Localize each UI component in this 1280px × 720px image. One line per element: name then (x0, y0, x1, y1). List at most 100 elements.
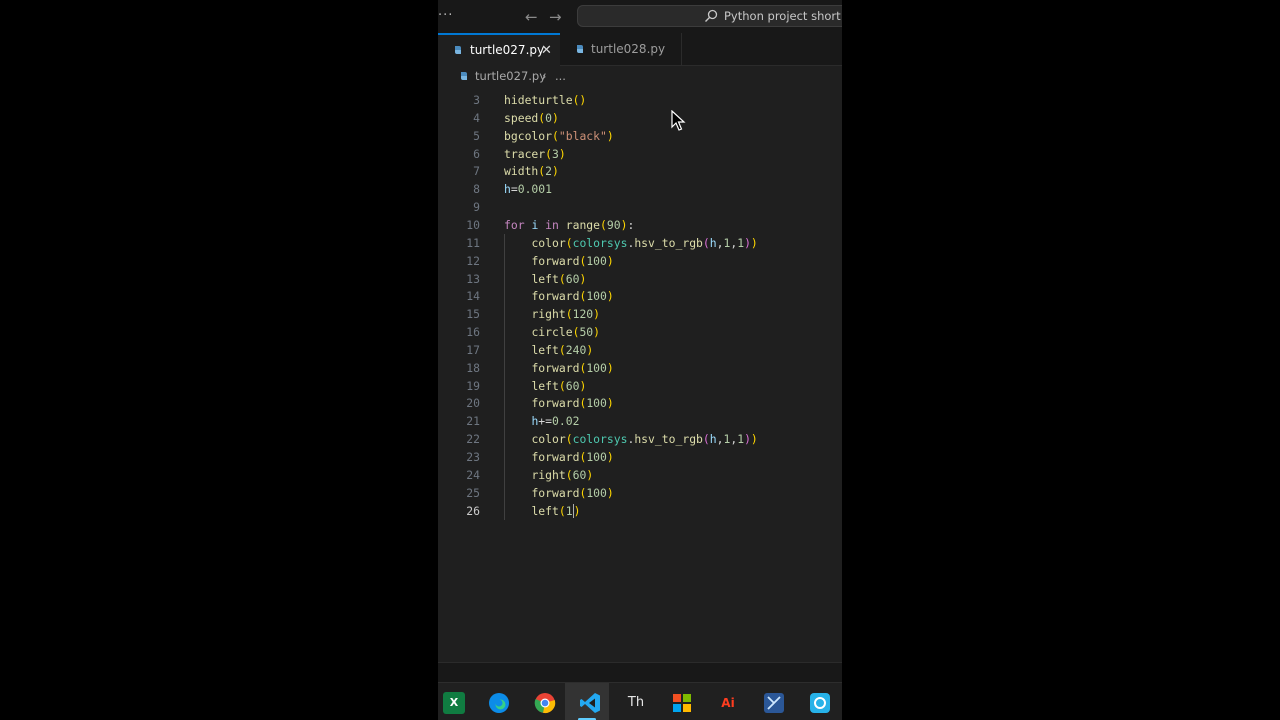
command-center-search[interactable]: Python project short vid (577, 5, 842, 27)
code-line[interactable]: 19 left(60) (438, 376, 842, 395)
line-number: 12 (466, 253, 480, 268)
code-line[interactable]: 15 right(120) (438, 305, 842, 324)
code-text: color(colorsys.hsv_to_rgb(h,1,1)) (504, 430, 758, 448)
code-token: ) (579, 378, 587, 393)
ellipsis-icon[interactable]: ··· (438, 8, 454, 23)
code-token: 0.001 (517, 182, 553, 197)
code-token: ) (558, 146, 566, 161)
code-line[interactable]: 12 forward(100) (438, 251, 842, 270)
code-token: forward (531, 450, 580, 464)
code-line[interactable]: 8 h=0.001 (438, 180, 842, 198)
code-line[interactable]: 22 color(colorsys.hsv_to_rgb(h,1,1)) (438, 430, 842, 449)
code-token: 60 (572, 467, 587, 482)
code-token: ) (593, 307, 601, 322)
code-token: forward (531, 253, 580, 268)
code-token: ( (565, 307, 573, 322)
chrome-icon[interactable] (534, 692, 556, 714)
line-number: 21 (466, 414, 480, 429)
code-text: forward(100) (504, 359, 613, 377)
code-line[interactable]: 5 bgcolor("black") (438, 127, 842, 145)
python-file-icon (461, 72, 467, 80)
arrow-left-icon[interactable]: ← (525, 8, 538, 26)
code-line[interactable]: 7 width(2) (438, 162, 842, 180)
code-line[interactable]: 16 circle(50) (438, 323, 842, 342)
code-text: left(1) (504, 502, 580, 520)
typora-icon[interactable]: Th (625, 692, 647, 714)
code-line[interactable]: 24 right(60) (438, 465, 842, 484)
breadcrumb-symbols[interactable]: ... (555, 66, 566, 87)
code-token: ) (552, 164, 559, 179)
code-editor[interactable]: 3 hideturtle() 4 speed(0) 5 bgcolor("black") 6… (438, 87, 842, 662)
code-line[interactable]: 23 forward(100) (438, 448, 842, 466)
tab-label: turtle027.py (470, 43, 545, 57)
code-token: hsv_to_rgb (634, 432, 703, 447)
breadcrumb: turtle027.py › ... (438, 66, 842, 87)
code-line[interactable]: 3 hideturtle() (438, 91, 842, 109)
code-line[interactable]: 9 (438, 198, 842, 216)
code-token: () (572, 93, 587, 107)
mouse-pointer-icon (671, 110, 686, 131)
code-token: ) (606, 396, 614, 411)
code-token: bgcolor (504, 128, 553, 143)
code-line[interactable]: 4 speed(0) (438, 109, 842, 127)
search-icon (705, 9, 718, 22)
line-number: 14 (466, 289, 480, 304)
code-token: for (504, 217, 525, 232)
arrow-right-icon[interactable]: → (549, 8, 562, 26)
screen-recorder-icon[interactable] (809, 692, 831, 714)
code-line[interactable]: 17 left(240) (438, 340, 842, 359)
code-line[interactable]: 21 h+=0.02 (438, 412, 842, 431)
code-token: 60 (565, 271, 580, 286)
tab-turtle028[interactable]: turtle028.py (560, 33, 682, 66)
breadcrumb-file[interactable]: turtle027.py (475, 66, 546, 87)
code-line[interactable]: 26 left(1) (438, 501, 842, 520)
code-token: forward (531, 289, 580, 304)
code-line[interactable]: 10 for i in range(90): (438, 216, 842, 234)
code-text: left(60) (504, 270, 586, 288)
code-token: left (531, 378, 559, 393)
code-line[interactable]: 25 forward(100) (438, 483, 842, 502)
tab-turtle027[interactable]: turtle027.py ✕ (438, 33, 560, 66)
code-token: 100 (586, 485, 607, 500)
code-token: 0.02 (552, 414, 580, 429)
vscode-icon[interactable] (579, 692, 601, 714)
code-line[interactable]: 11 color(colorsys.hsv_to_rgb(h,1,1)) (438, 233, 842, 252)
code-line[interactable]: 14 forward(100) (438, 287, 842, 306)
illustrator-icon[interactable]: Ai (717, 692, 739, 714)
code-token: 60 (565, 378, 580, 393)
excel-icon[interactable]: X (443, 692, 465, 714)
code-token: ) (586, 467, 594, 482)
code-token: left (531, 271, 559, 286)
code-text: for i in range(90): (504, 216, 634, 234)
tab-bar: turtle027.py ✕ turtle028.py (438, 33, 842, 66)
line-number: 18 (466, 360, 480, 375)
code-token: 2 (545, 164, 553, 179)
code-text: left(60) (504, 377, 586, 395)
code-token: hsv_to_rgb (634, 235, 703, 250)
line-number: 6 (473, 146, 480, 161)
snipping-icon[interactable] (763, 692, 785, 714)
code-token: in (545, 217, 559, 232)
code-text: left(240) (504, 341, 593, 359)
code-token: ) (606, 128, 614, 143)
code-token: 0 (545, 110, 553, 125)
code-token: ) (606, 289, 614, 304)
search-text: Python project short vid (724, 9, 842, 23)
office-icon[interactable] (671, 692, 693, 714)
code-text: h+=0.02 (504, 412, 579, 430)
code-line[interactable]: 13 left(60) (438, 269, 842, 288)
code-line[interactable]: 6 tracer(3) (438, 145, 842, 163)
close-icon[interactable]: ✕ (541, 35, 552, 66)
code-text: color(colorsys.hsv_to_rgb(h,1,1)) (504, 234, 757, 252)
line-number: 15 (466, 307, 480, 322)
code-text: speed(0) (504, 109, 559, 127)
code-line[interactable]: 20 forward(100) (438, 394, 842, 413)
code-token: ( (600, 217, 607, 232)
edge-icon[interactable] (488, 692, 510, 714)
line-number: 17 (466, 342, 480, 357)
code-line[interactable]: 18 forward(100) (438, 358, 842, 377)
code-token: ) (750, 432, 758, 447)
code-token: ( (565, 235, 573, 250)
code-token: left (531, 503, 559, 518)
